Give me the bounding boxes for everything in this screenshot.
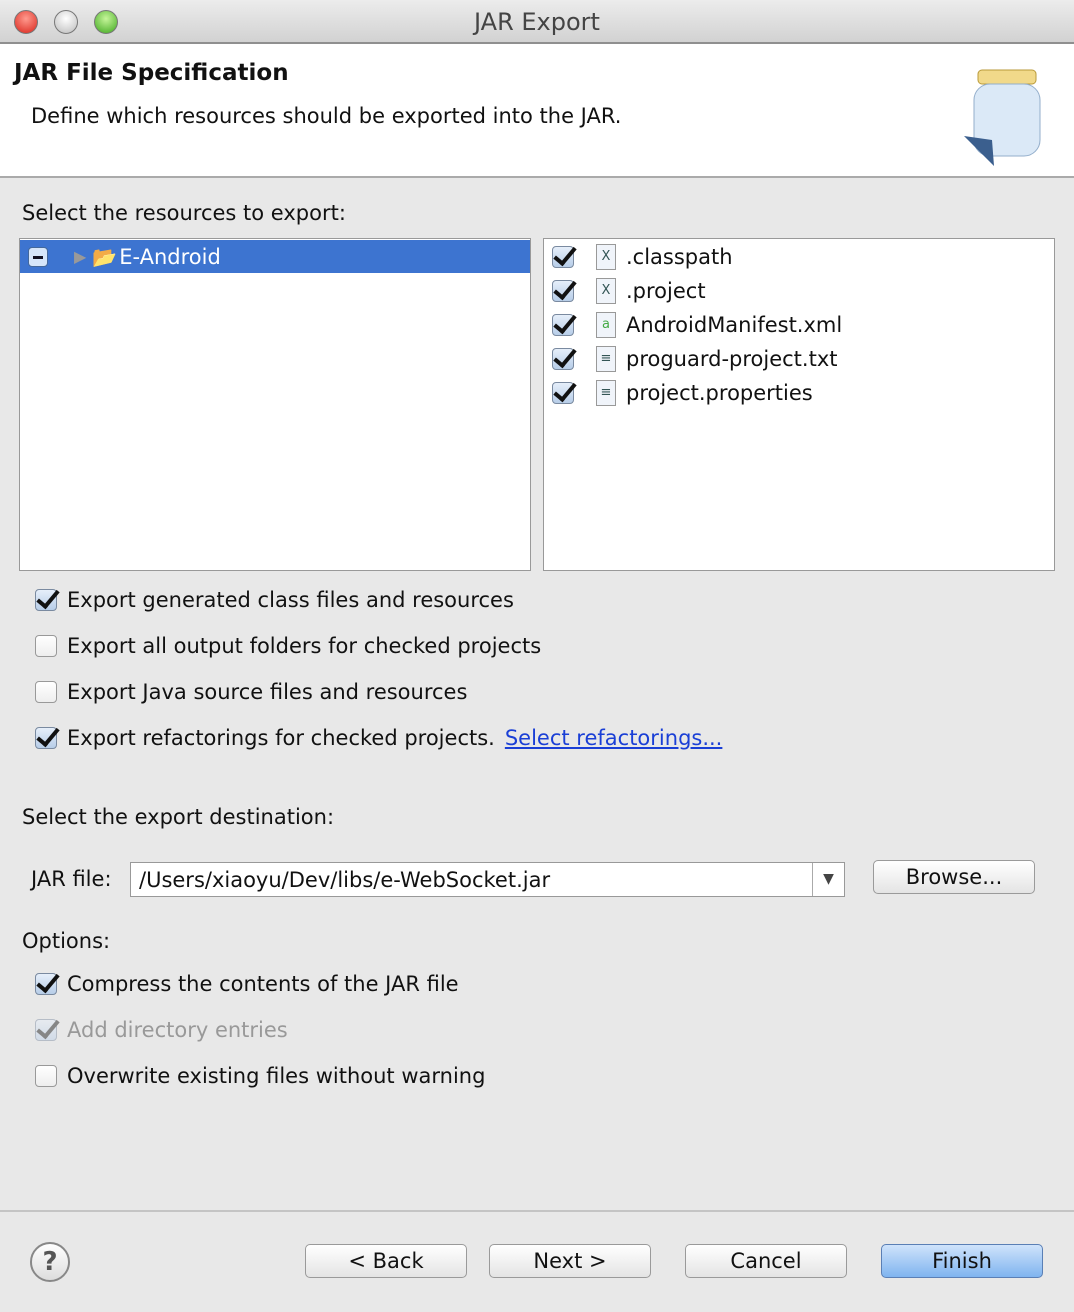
file-item[interactable]: ≡ project.properties [552, 377, 813, 409]
jar-file-input[interactable]: /Users/xiaoyu/Dev/libs/e-WebSocket.jar [131, 863, 812, 896]
option-label: Compress the contents of the JAR file [67, 972, 459, 996]
tree-item-label: E-Android [119, 244, 221, 269]
file-item[interactable]: X .classpath [552, 241, 733, 273]
compress-option[interactable]: Compress the contents of the JAR file [35, 969, 459, 999]
window-title: JAR Export [474, 8, 600, 36]
page-title: JAR File Specification [14, 60, 289, 86]
checkbox[interactable] [35, 1065, 57, 1087]
footer-divider [0, 1210, 1074, 1212]
help-icon[interactable]: ? [30, 1242, 70, 1282]
options-label: Options: [22, 929, 111, 953]
option-label: Overwrite existing files without warning [67, 1064, 486, 1088]
dropdown-arrow-icon[interactable]: ▼ [812, 863, 844, 896]
android-project-folder-icon: 📂 [92, 244, 118, 269]
tree-item-e-android[interactable]: ▶ 📂 E-Android [20, 240, 530, 273]
file-item[interactable]: X .project [552, 275, 706, 307]
file-name: project.properties [626, 381, 813, 405]
option-label: Export generated class files and resourc… [67, 588, 514, 612]
export-output-folders-option[interactable]: Export all output folders for checked pr… [35, 631, 541, 661]
partial-checkbox[interactable] [28, 246, 48, 267]
file-checkbox[interactable] [552, 246, 574, 268]
cancel-button[interactable]: Cancel [685, 1244, 847, 1278]
wizard-header: JAR File Specification Define which reso… [0, 44, 1074, 178]
file-checkbox[interactable] [552, 314, 574, 336]
file-name: .classpath [626, 245, 733, 269]
file-name: proguard-project.txt [626, 347, 838, 371]
next-button[interactable]: Next > [489, 1244, 651, 1278]
export-refactorings-option[interactable]: Export refactorings for checked projects… [35, 723, 722, 753]
project-tree[interactable]: ▶ 📂 E-Android [19, 238, 531, 571]
page-description: Define which resources should be exporte… [31, 104, 622, 128]
jar-icon [964, 69, 1041, 166]
android-manifest-icon: a [596, 312, 616, 338]
finish-button[interactable]: Finish [881, 1244, 1043, 1278]
file-checkbox[interactable] [552, 348, 574, 370]
destination-label: Select the export destination: [22, 805, 335, 829]
option-label: Add directory entries [67, 1018, 288, 1042]
checkbox[interactable] [35, 973, 57, 995]
option-label: Export all output folders for checked pr… [67, 634, 542, 658]
export-class-files-option[interactable]: Export generated class files and resourc… [35, 585, 514, 615]
checkbox[interactable] [35, 727, 57, 749]
file-item[interactable]: ≡ proguard-project.txt [552, 343, 838, 375]
expand-arrow-icon[interactable]: ▶ [74, 247, 86, 266]
file-list[interactable]: X .classpath X .project a AndroidManifest.x… [543, 238, 1055, 571]
title-bar: JAR Export [0, 0, 1074, 44]
file-checkbox[interactable] [552, 280, 574, 302]
option-label: Export Java source files and resources [67, 680, 468, 704]
text-file-icon: ≡ [596, 380, 616, 406]
xml-x-file-icon: X [596, 278, 616, 304]
overwrite-option[interactable]: Overwrite existing files without warning [35, 1061, 485, 1091]
checkbox[interactable] [35, 589, 57, 611]
file-name: .project [626, 279, 706, 303]
back-button[interactable]: < Back [305, 1244, 467, 1278]
browse-button[interactable]: Browse... [873, 860, 1035, 894]
jar-file-combo[interactable]: /Users/xiaoyu/Dev/libs/e-WebSocket.jar ▼ [130, 862, 845, 897]
file-item[interactable]: a AndroidManifest.xml [552, 309, 842, 341]
checkbox [35, 1019, 57, 1041]
add-directory-entries-option: Add directory entries [35, 1015, 288, 1045]
option-label: Export refactorings for checked projects… [67, 726, 495, 750]
file-name: AndroidManifest.xml [626, 313, 843, 337]
resources-label: Select the resources to export: [22, 201, 346, 225]
xml-x-file-icon: X [596, 244, 616, 270]
jar-file-label: JAR file: [31, 867, 112, 891]
text-file-icon: ≡ [596, 346, 616, 372]
checkbox[interactable] [35, 681, 57, 703]
select-refactorings-link[interactable]: Select refactorings... [505, 726, 723, 750]
export-java-source-option[interactable]: Export Java source files and resources [35, 677, 467, 707]
checkbox[interactable] [35, 635, 57, 657]
file-checkbox[interactable] [552, 382, 574, 404]
